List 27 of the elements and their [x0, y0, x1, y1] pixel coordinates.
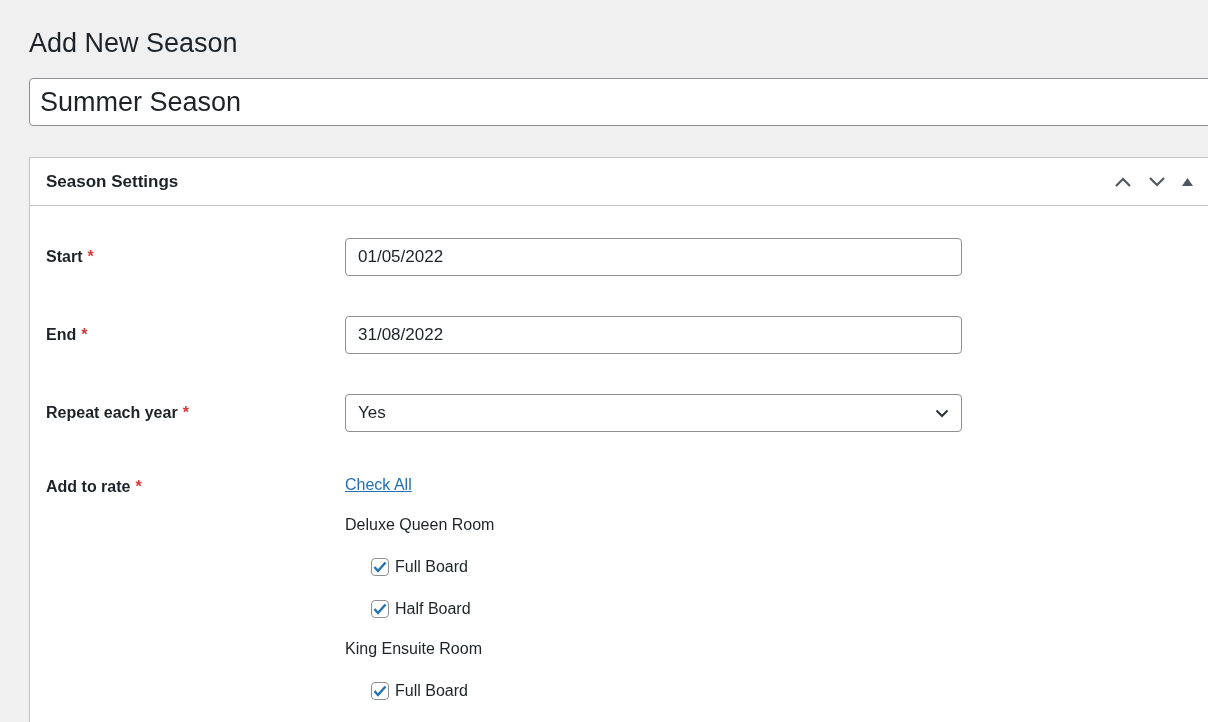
title-input-field[interactable]: Summer Season [29, 78, 1208, 126]
field-label: Add to rate [46, 478, 131, 495]
field-label: End [46, 326, 77, 343]
page-title: Add New Season [29, 27, 238, 59]
option-label: Full Board [395, 682, 468, 700]
select-dropdown[interactable]: Yes [345, 394, 962, 432]
panel-title: Season Settings [46, 171, 179, 192]
chevron-down-icon[interactable] [1148, 175, 1166, 188]
date-input-field[interactable]: 01/05/2022 [345, 238, 962, 276]
check-all-link[interactable]: Check All [345, 476, 412, 494]
date-input-field[interactable]: 31/08/2022 [345, 316, 962, 354]
required-mark: * [182, 404, 189, 421]
chevron-down-icon [935, 408, 949, 418]
collapse-triangle-icon[interactable] [1182, 177, 1193, 186]
required-mark: * [87, 248, 94, 265]
field-label: Start [46, 248, 83, 265]
required-mark: * [135, 478, 142, 495]
room-name: Deluxe Queen Room [345, 516, 495, 534]
chevron-up-icon[interactable] [1114, 175, 1132, 188]
checkbox[interactable] [371, 600, 389, 618]
room-name: King Ensuite Room [345, 640, 483, 658]
field-label: Repeat each year [46, 404, 178, 421]
checkbox[interactable] [371, 682, 389, 700]
checkbox[interactable] [371, 558, 389, 576]
option-label: Half Board [395, 600, 471, 618]
required-mark: * [81, 326, 88, 343]
option-label: Full Board [395, 558, 468, 576]
